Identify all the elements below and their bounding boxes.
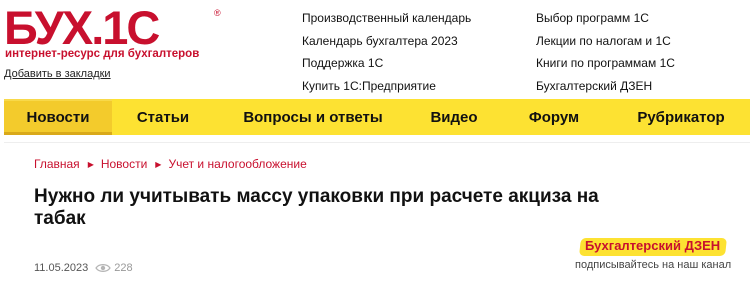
site-header: БУХ.1С ® интернет-ресурс для бухгалтеров… [0, 0, 750, 93]
nav-item-qa[interactable]: Вопросы и ответы [214, 99, 412, 135]
dzen-promo[interactable]: Бухгалтерский ДЗЕН подписывайтесь на наш… [570, 236, 750, 271]
article-block: Главная ▶ Новости ▶ Учет и налогообложен… [4, 142, 750, 284]
top-link-support[interactable]: Поддержка 1С [302, 55, 471, 78]
dzen-title-text: Бухгалтерский ДЗЕН [585, 238, 721, 253]
nav-item-articles[interactable]: Статьи [112, 99, 214, 135]
breadcrumb-separator-icon: ▶ [155, 159, 162, 169]
dzen-subtitle: подписывайтесь на наш канал [575, 259, 732, 271]
breadcrumb: Главная ▶ Новости ▶ Учет и налогообложен… [34, 157, 307, 171]
top-link-books[interactable]: Книги по программам 1С [536, 55, 675, 78]
site-logo[interactable]: БУХ.1С ® интернет-ресурс для бухгалтеров [4, 4, 240, 62]
dzen-title[interactable]: Бухгалтерский ДЗЕН [579, 236, 727, 256]
top-link-production-calendar[interactable]: Производственный календарь [302, 10, 471, 33]
article-meta: 11.05.2023 228 [34, 262, 133, 274]
top-link-choose-programs[interactable]: Выбор программ 1С [536, 10, 675, 33]
top-links-column-2: Выбор программ 1С Лекции по налогам и 1С… [536, 10, 675, 100]
breadcrumb-news[interactable]: Новости [101, 157, 147, 171]
nav-item-forum[interactable]: Форум [496, 99, 612, 135]
logo-registered-mark: ® [214, 8, 221, 18]
breadcrumb-accounting[interactable]: Учет и налогообложение [168, 157, 306, 171]
top-link-accountant-calendar[interactable]: Календарь бухгалтера 2023 [302, 33, 471, 56]
nav-item-news[interactable]: Новости [4, 99, 112, 135]
eye-icon [95, 264, 111, 272]
add-bookmark-link[interactable]: Добавить в закладки [4, 68, 111, 80]
logo-tagline: интернет-ресурс для бухгалтеров [5, 48, 199, 60]
views-count: 228 [114, 262, 133, 274]
top-links-column-1: Производственный календарь Календарь бух… [302, 10, 471, 100]
article-title: Нужно ли учитывать массу упаковки при ра… [34, 186, 599, 229]
nav-item-video[interactable]: Видео [412, 99, 496, 135]
logo-brand-text: БУХ.1С [4, 4, 159, 54]
top-link-buy[interactable]: Купить 1С:Предприятие [302, 78, 471, 101]
article-views: 228 [95, 262, 133, 274]
breadcrumb-home[interactable]: Главная [34, 157, 80, 171]
main-nav: Новости Статьи Вопросы и ответы Видео Фо… [4, 99, 750, 135]
logo-graphic: БУХ.1С ® интернет-ресурс для бухгалтеров [4, 4, 221, 60]
top-link-lectures[interactable]: Лекции по налогам и 1С [536, 33, 675, 56]
breadcrumb-separator-icon: ▶ [87, 159, 94, 169]
nav-item-rubricator[interactable]: Рубрикатор [612, 99, 750, 135]
top-link-dzen[interactable]: Бухгалтерский ДЗЕН [536, 78, 675, 101]
article-date: 11.05.2023 [34, 262, 89, 274]
